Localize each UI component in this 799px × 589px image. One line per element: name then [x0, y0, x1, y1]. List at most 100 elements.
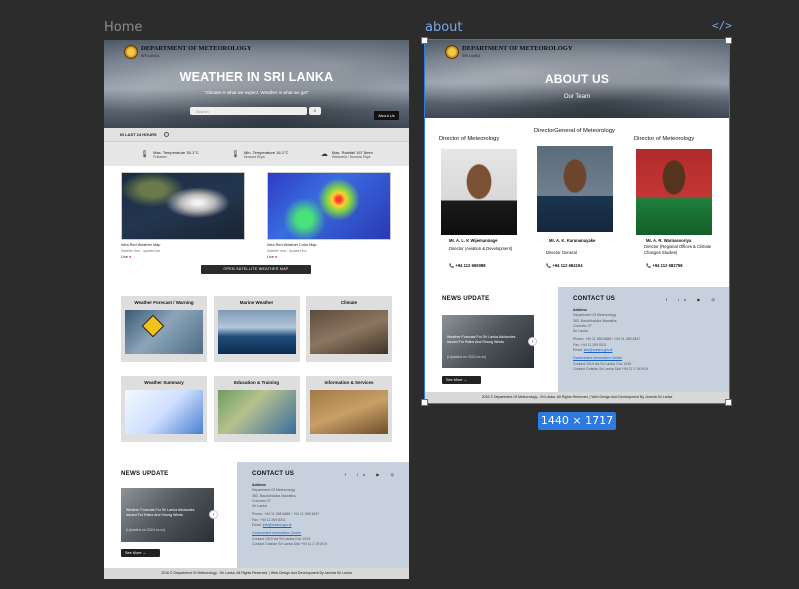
emblem-logo	[445, 45, 459, 59]
member-phone: 📞 +94 112 665088	[449, 263, 486, 268]
hero-tagline: "Climate is what we expect, Weather is w…	[204, 90, 309, 95]
team-member-1: Director of Meteorology Mr. A. L. K Wije…	[439, 132, 521, 268]
email-link[interactable]: info@meteo.gov.lk	[263, 523, 292, 527]
news-date: (Updated on 2024.xx.xx)	[447, 355, 487, 359]
news-contact-section: NEWS UPDATE Weather Forecast For Sri Lan…	[104, 462, 409, 568]
team-member-2: DirectorGeneral of Meteorology Mr. A. K.…	[534, 128, 616, 268]
news-update: NEWS UPDATE Weather Forecast For Sri Lan…	[425, 287, 558, 392]
member-name: Mr. A. R. Warnasooriya	[646, 238, 692, 243]
about-title: ABOUT US	[544, 72, 610, 86]
member-name: Mr. A. L. K Wijemannage	[449, 238, 498, 243]
stat-label: Max. Rainfall 167.5mm	[331, 149, 373, 155]
stat-place: Nuwara Eliya	[243, 154, 265, 159]
stat-max-temp: 🌡 Max. Temperature 30.1°C Puttalam	[140, 150, 198, 159]
news-headline: Weather Forecast For Sri Lanka Advisorie…	[447, 335, 516, 344]
last24-label: IN LAST 24 HOURS	[120, 132, 157, 137]
thermometer-icon: 🌡	[140, 151, 150, 158]
thermometer-icon: 🌡	[231, 151, 240, 158]
infrared-map-image[interactable]	[121, 172, 245, 240]
emblem-logo	[124, 45, 138, 59]
news-title: NEWS UPDATE	[442, 295, 490, 302]
search-icon[interactable]: ⌕	[309, 107, 321, 115]
see-more-button[interactable]: See More →	[121, 549, 160, 557]
infrared-color-map-image[interactable]	[267, 172, 391, 240]
team-member-3: Director of Meteorology Mr. A. R. Warnas…	[634, 132, 716, 268]
code-icon[interactable]: </>	[712, 19, 732, 35]
member-name: Mr. A. K. Karunanayake	[549, 238, 596, 243]
sat-title: Infra Red Weather Map	[121, 243, 161, 247]
clock-icon	[163, 132, 169, 138]
summary-image	[125, 390, 203, 434]
card-info[interactable]: Information & Services	[306, 376, 392, 442]
cards-row-2: Weather Summary Education & Training Inf…	[121, 376, 392, 442]
news-title: NEWS UPDATE	[121, 470, 169, 477]
next-arrow-button[interactable]: ›	[528, 337, 537, 346]
open-satellite-map-button[interactable]: OPEN SATELLITE WEATHER MAP	[201, 265, 311, 274]
last24-bar: IN LAST 24 HOURS	[104, 128, 409, 142]
search-input[interactable]: Search	[190, 107, 307, 115]
member-photo	[636, 149, 712, 235]
stat-label: Max. Temperature 30.1°C	[153, 149, 199, 155]
contact-us: CONTACT US f in ▶ ◎ Address Department O…	[558, 287, 729, 392]
next-arrow-button[interactable]: ›	[209, 510, 218, 519]
cards-row-1: Weather Forecast / Warning Marine Weathe…	[121, 296, 392, 362]
dept-country: SRI LANKA	[462, 54, 481, 58]
info-image	[310, 390, 388, 434]
marine-image	[217, 310, 296, 354]
hero-title: WEATHER IN SRI LANKA	[179, 70, 334, 84]
email-link[interactable]: info@meteo.gov.lk	[584, 348, 613, 352]
stat-place: Walawela / Nuwara Eliya	[331, 154, 371, 159]
frame-size-badge: 1440 × 1717	[538, 412, 616, 430]
about-frame[interactable]: DEPARTMENT OF METEOROLOGY SRI LANKA ABOU…	[424, 39, 730, 404]
forecast-image	[125, 310, 203, 354]
rain-cloud-icon: ☁	[320, 151, 328, 158]
sat-title: Infra Red Weather Color Map	[267, 243, 317, 247]
card-marine[interactable]: Marine Weather	[213, 296, 300, 362]
live-indicator: Live ●	[267, 255, 278, 259]
stats-bar: 🌡 Max. Temperature 30.1°C Puttalam 🌡 Min.…	[104, 142, 409, 166]
social-icons[interactable]: f in ▶ ◎	[345, 472, 399, 477]
see-more-button[interactable]: See More →	[442, 376, 481, 384]
stat-max-rain: ☁ Max. Rainfall 167.5mm Walawela / Nuwara…	[321, 150, 373, 159]
stat-place: Puttalam	[153, 154, 167, 159]
news-image[interactable]: Weather Forecast For Sri Lanka Advisorie…	[442, 315, 534, 368]
card-summary[interactable]: Weather Summary	[121, 376, 207, 442]
resize-handle-br[interactable]	[725, 399, 732, 406]
social-icons[interactable]: f in ▶ ◎	[666, 297, 720, 302]
member-phone: 📞 +94 112 684104	[546, 263, 583, 268]
member-photo	[537, 146, 613, 232]
dept-name: DEPARTMENT OF METEOROLOGY	[462, 45, 573, 52]
card-education[interactable]: Education & Training	[213, 376, 300, 442]
news-contact-section: NEWS UPDATE Weather Forecast For Sri Lan…	[425, 287, 729, 392]
stat-label: Min. Temperature 16.1°C	[243, 149, 289, 155]
news-image[interactable]: Weather Forecast For Sri Lanka Advisorie…	[121, 488, 214, 542]
team-section: Director of Meteorology Mr. A. L. K Wije…	[425, 118, 729, 293]
about-us-button[interactable]: About Us	[374, 111, 399, 120]
member-role: Director of Meteorology	[634, 136, 695, 142]
dept-country: SRI LANKA	[141, 54, 160, 58]
card-climate[interactable]: Climate	[306, 296, 392, 362]
resize-handle-tr[interactable]	[725, 37, 732, 44]
dept-name: DEPARTMENT OF METEOROLOGY	[141, 45, 252, 52]
member-photo	[441, 149, 517, 235]
frame-label-home[interactable]: Home	[104, 20, 142, 35]
member-role: Director of Meteorology	[439, 136, 500, 142]
news-date: (Updated on 2024.xx.xx)	[126, 528, 166, 532]
resize-handle-tl[interactable]	[421, 37, 428, 44]
live-indicator: Live ●	[121, 255, 132, 259]
about-hero: DEPARTMENT OF METEOROLOGY SRI LANKA ABOU…	[425, 40, 729, 118]
resize-handle-bl[interactable]	[421, 399, 428, 406]
member-position: Director (Regional Offices & Climate Cha…	[644, 244, 712, 255]
news-headline: Weather Forecast For Sri Lanka Advisorie…	[126, 508, 195, 517]
footer: 2016 © Department Of Meteorology - Sri L…	[104, 568, 409, 579]
member-position: Director General	[546, 250, 577, 255]
stat-min-temp: 🌡 Min. Temperature 16.1°C Nuwara Eliya	[231, 150, 288, 159]
sat-sub: Satellite View - Updated live	[267, 249, 307, 253]
satellite-section: Infra Red Weather Map Satellite View - u…	[104, 166, 409, 259]
member-phone: 📞 +94 112 682758	[646, 263, 683, 268]
climate-image	[310, 310, 388, 354]
frame-label-about[interactable]: about	[425, 20, 463, 35]
home-hero: DEPARTMENT OF METEOROLOGY SRI LANKA WEAT…	[104, 40, 409, 128]
home-frame[interactable]: DEPARTMENT OF METEOROLOGY SRI LANKA WEAT…	[104, 40, 409, 579]
card-forecast[interactable]: Weather Forecast / Warning	[121, 296, 207, 362]
